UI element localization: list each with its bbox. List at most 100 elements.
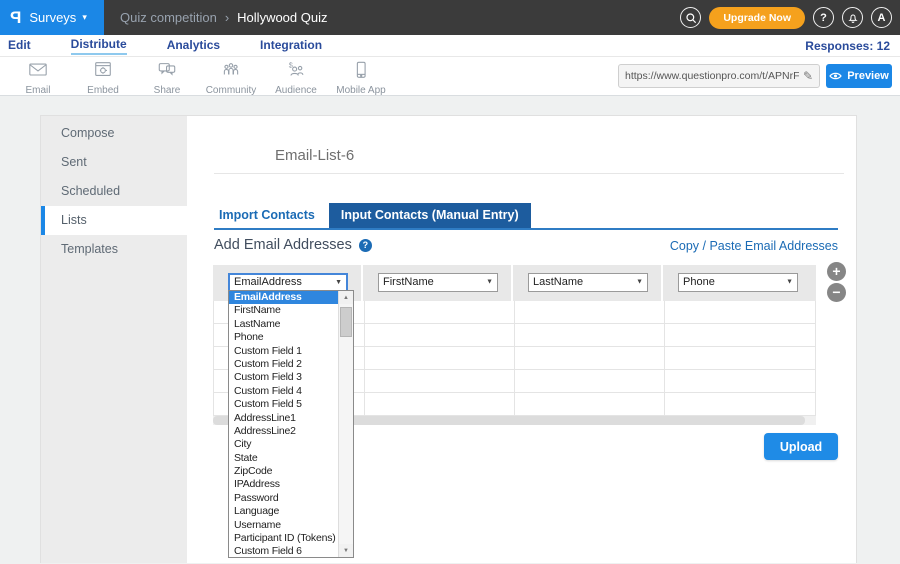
- column-divider: [364, 301, 365, 416]
- questionpro-logo-icon: P: [10, 8, 21, 28]
- email-lists-panel: Compose Sent Scheduled Lists Templates E…: [40, 115, 857, 563]
- selected-field-label: LastName: [533, 276, 583, 288]
- dropdown-option[interactable]: State: [229, 452, 338, 465]
- toolbar-item-label: Audience: [264, 85, 328, 96]
- page-title: Email-List-6: [275, 147, 354, 164]
- column-header-cell: FirstName ▼: [363, 265, 511, 301]
- breadcrumb-separator-icon: ›: [225, 10, 229, 25]
- scroll-down-icon[interactable]: ▼: [339, 544, 353, 557]
- dropdown-option[interactable]: IPAddress: [229, 478, 338, 491]
- dropdown-option[interactable]: EmailAddress: [229, 291, 338, 304]
- product-menu-label: Surveys: [29, 10, 76, 25]
- toolbar-item-label: Community: [199, 85, 263, 96]
- field-select-last-name[interactable]: LastName ▼: [528, 273, 648, 292]
- select-arrow-icon: ▼: [786, 273, 793, 290]
- selected-field-label: FirstName: [383, 276, 434, 288]
- dropdown-option[interactable]: Phone: [229, 331, 338, 344]
- toolbar-item-embed[interactable]: Embed: [71, 60, 135, 96]
- bell-icon: [847, 12, 859, 24]
- dropdown-option[interactable]: Language: [229, 505, 338, 518]
- toolbar-item-label: Email: [6, 85, 70, 96]
- field-dropdown-open: EmailAddress FirstName LastName Phone Cu…: [228, 290, 354, 558]
- dropdown-option[interactable]: AddressLine1: [229, 412, 338, 425]
- toolbar-item-label: Embed: [71, 85, 135, 96]
- chevron-down-icon: ▾: [82, 12, 87, 23]
- upgrade-now-button[interactable]: Upgrade Now: [709, 7, 805, 29]
- dropdown-option[interactable]: Username: [229, 519, 338, 532]
- tab-input-contacts-manual-entry[interactable]: Input Contacts (Manual Entry): [329, 203, 531, 228]
- nav-tab-edit[interactable]: Edit: [8, 38, 31, 54]
- dropdown-option[interactable]: Password: [229, 492, 338, 505]
- questionpro-app: P Surveys ▾ Quiz competition › Hollywood…: [0, 0, 900, 563]
- nav-tab-analytics[interactable]: Analytics: [167, 38, 220, 54]
- toolbar-item-audience[interactable]: $ Audience: [264, 60, 328, 96]
- responses-count[interactable]: Responses: 12: [805, 39, 890, 53]
- dropdown-option[interactable]: Custom Field 3: [229, 371, 338, 384]
- search-button[interactable]: [680, 7, 701, 28]
- contacts-tabs: Import Contacts Input Contacts (Manual E…: [214, 203, 531, 228]
- section-heading: Add Email Addresses ?: [214, 237, 372, 253]
- dropdown-option[interactable]: Custom Field 4: [229, 385, 338, 398]
- dropdown-option[interactable]: Custom Field 1: [229, 345, 338, 358]
- toolbar-item-label: Mobile App: [329, 85, 393, 96]
- notifications-button[interactable]: [842, 7, 863, 28]
- field-select-first-name[interactable]: FirstName ▼: [378, 273, 498, 292]
- dropdown-option[interactable]: Custom Field 5: [229, 398, 338, 411]
- dropdown-scrollbar[interactable]: ▲ ▼: [338, 291, 353, 557]
- community-icon: [220, 60, 242, 80]
- audience-icon: $: [285, 60, 307, 80]
- field-select-phone[interactable]: Phone ▼: [678, 273, 798, 292]
- dropdown-option[interactable]: Custom Field 2: [229, 358, 338, 371]
- column-divider: [514, 301, 515, 416]
- distribute-toolbar: Email Embed Share Community $ Audience M…: [0, 57, 900, 96]
- eye-icon: [829, 71, 842, 81]
- nav-tab-distribute[interactable]: Distribute: [71, 37, 127, 55]
- topbar-actions: Upgrade Now ? A: [680, 0, 892, 35]
- title-divider: [214, 173, 844, 174]
- account-initial: A: [878, 12, 886, 24]
- dropdown-option[interactable]: AddressLine2: [229, 425, 338, 438]
- help-button[interactable]: ?: [813, 7, 834, 28]
- surveys-menu[interactable]: P Surveys ▾: [0, 0, 104, 35]
- svg-text:$: $: [289, 60, 293, 69]
- toolbar-item-share[interactable]: Share: [135, 60, 199, 96]
- dropdown-option[interactable]: LastName: [229, 318, 338, 331]
- nav-tab-integration[interactable]: Integration: [260, 38, 322, 54]
- remove-column-button[interactable]: −: [827, 283, 846, 302]
- dropdown-option[interactable]: Participant ID (Tokens): [229, 532, 338, 545]
- add-column-button[interactable]: +: [827, 262, 846, 281]
- toolbar-item-label: Share: [135, 85, 199, 96]
- breadcrumb-survey-name[interactable]: Quiz competition: [120, 10, 217, 25]
- copy-paste-email-addresses-link[interactable]: Copy / Paste Email Addresses: [670, 239, 838, 253]
- edit-url-icon[interactable]: ✎: [803, 69, 813, 83]
- toolbar-item-community[interactable]: Community: [199, 60, 263, 96]
- select-arrow-icon: ▼: [636, 273, 643, 290]
- scroll-up-icon[interactable]: ▲: [339, 291, 353, 304]
- field-dropdown-options: EmailAddress FirstName LastName Phone Cu…: [229, 291, 338, 557]
- toolbar-item-mobile-app[interactable]: Mobile App: [329, 60, 393, 96]
- dropdown-option[interactable]: ZipCode: [229, 465, 338, 478]
- share-icon: [156, 60, 178, 80]
- account-button[interactable]: A: [871, 7, 892, 28]
- add-email-addresses-label: Add Email Addresses: [214, 237, 352, 253]
- survey-url-text: https://www.questionpro.com/t/APNrFZ: [625, 70, 799, 82]
- dropdown-option[interactable]: FirstName: [229, 304, 338, 317]
- list-detail-panel: Email-List-6 Import Contacts Input Conta…: [41, 116, 858, 564]
- dropdown-option[interactable]: City: [229, 438, 338, 451]
- tab-import-contacts[interactable]: Import Contacts: [214, 203, 320, 228]
- toolbar-item-email[interactable]: Email: [6, 60, 70, 96]
- column-divider: [664, 301, 665, 416]
- survey-nav: Edit Distribute Analytics Integration Re…: [0, 35, 900, 57]
- survey-url-field[interactable]: https://www.questionpro.com/t/APNrFZ ✎: [618, 64, 820, 88]
- selected-field-label: Phone: [683, 276, 715, 288]
- mobile-app-icon: [350, 60, 372, 80]
- selected-field-label: EmailAddress: [234, 276, 302, 288]
- dropdown-scrollbar-thumb[interactable]: [340, 307, 352, 337]
- help-icon[interactable]: ?: [359, 239, 372, 252]
- breadcrumb-current-page: Hollywood Quiz: [237, 10, 327, 25]
- preview-button[interactable]: Preview: [826, 64, 892, 88]
- tab-underline: [214, 228, 838, 230]
- upload-button[interactable]: Upload: [764, 433, 838, 460]
- select-arrow-icon: ▼: [335, 274, 342, 289]
- dropdown-option[interactable]: Custom Field 6: [229, 545, 338, 557]
